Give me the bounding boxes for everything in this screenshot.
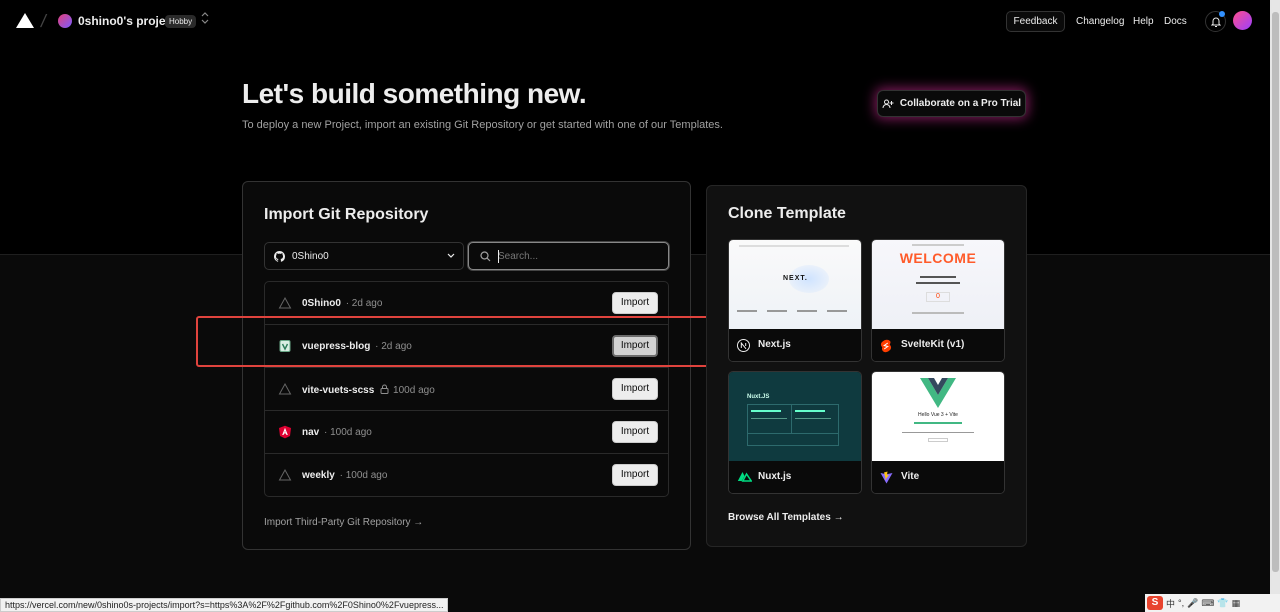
template-preview-text: NEXT. bbox=[783, 275, 808, 282]
import-button[interactable]: Import bbox=[612, 464, 658, 486]
github-icon bbox=[274, 251, 285, 262]
template-footer: Next.js bbox=[729, 329, 861, 361]
breadcrumb-separator: / bbox=[39, 11, 48, 31]
template-name: SvelteKit (v1) bbox=[901, 339, 965, 350]
scrollbar-thumb[interactable] bbox=[1272, 12, 1279, 572]
template-preview-text: Hello Vue 3 + Vite bbox=[918, 412, 958, 418]
template-footer: Vite bbox=[872, 461, 1004, 493]
import-button[interactable]: Import bbox=[612, 378, 658, 400]
apps-grid-icon[interactable]: ▦ bbox=[1232, 598, 1241, 609]
template-card-vite[interactable]: Hello Vue 3 + Vite Vite bbox=[871, 371, 1005, 494]
git-owner-name: 0Shino0 bbox=[292, 251, 329, 262]
vercel-triangle-icon bbox=[278, 382, 292, 395]
browse-all-templates-link[interactable]: Browse All Templates → bbox=[728, 512, 844, 523]
import-card-title: Import Git Repository bbox=[264, 206, 429, 223]
template-name: Vite bbox=[901, 471, 920, 482]
repository-list: 0Shino0 · 2d ago Import vuepress-blog · … bbox=[264, 281, 669, 497]
template-card-nuxtjs[interactable]: Nuxt.JS Nuxt.js bbox=[728, 371, 862, 494]
template-preview-text: Nuxt.JS bbox=[747, 394, 770, 400]
template-footer: Nuxt.js bbox=[729, 461, 861, 493]
chevron-down-icon bbox=[447, 253, 455, 258]
search-icon bbox=[480, 251, 491, 262]
keyboard-icon[interactable]: ⌨ bbox=[1201, 598, 1214, 609]
search-input[interactable] bbox=[498, 248, 658, 264]
repository-row: nav · 100d ago Import bbox=[265, 411, 668, 454]
repository-name: 0Shino0 · 2d ago bbox=[302, 298, 383, 309]
template-preview: WELCOME 0 bbox=[872, 240, 1004, 329]
notifications-button[interactable] bbox=[1205, 11, 1226, 32]
plan-badge: Hobby bbox=[165, 15, 197, 28]
feedback-button[interactable]: Feedback bbox=[1006, 11, 1065, 32]
system-tray: S 中 °, 🎤 ⌨ 👕 ▦ bbox=[1145, 594, 1280, 612]
repository-updated: · 100d ago bbox=[324, 427, 372, 438]
nextjs-icon bbox=[737, 339, 750, 352]
help-link[interactable]: Help bbox=[1133, 16, 1154, 27]
add-user-icon bbox=[882, 99, 894, 108]
docs-link[interactable]: Docs bbox=[1164, 16, 1187, 27]
vercel-triangle-icon bbox=[278, 296, 292, 309]
template-preview: Hello Vue 3 + Vite bbox=[872, 372, 1004, 461]
template-card-nextjs[interactable]: NEXT. Next.js bbox=[728, 239, 862, 362]
repository-name: vite-vuets-scss 100d ago bbox=[302, 384, 435, 396]
repository-row: vite-vuets-scss 100d ago Import bbox=[265, 368, 668, 411]
bell-icon bbox=[1211, 17, 1221, 27]
repository-row: weekly · 100d ago Import bbox=[265, 454, 668, 497]
changelog-link[interactable]: Changelog bbox=[1076, 16, 1124, 27]
punctuation-icon[interactable]: °, bbox=[1178, 598, 1184, 608]
import-button[interactable]: Import bbox=[612, 421, 658, 443]
page-title: Let's build something new. bbox=[242, 78, 587, 109]
template-name: Nuxt.js bbox=[758, 471, 792, 482]
repository-search[interactable] bbox=[468, 242, 669, 270]
repository-name: weekly · 100d ago bbox=[302, 470, 388, 481]
pro-trial-button[interactable]: Collaborate on a Pro Trial bbox=[877, 90, 1026, 117]
notification-dot bbox=[1219, 11, 1225, 17]
template-footer: SvelteKit (v1) bbox=[872, 329, 1004, 361]
template-preview-text: WELCOME bbox=[899, 250, 977, 266]
language-indicator-icon[interactable]: 中 bbox=[1166, 597, 1175, 610]
microphone-icon[interactable]: 🎤 bbox=[1187, 598, 1198, 609]
skin-icon[interactable]: 👕 bbox=[1217, 598, 1228, 609]
user-avatar[interactable] bbox=[1233, 11, 1252, 30]
status-bar-url: https://vercel.com/new/0shino0s-projects… bbox=[0, 598, 449, 612]
vercel-logo-icon[interactable] bbox=[16, 13, 34, 28]
vercel-triangle-icon bbox=[278, 468, 292, 481]
import-third-party-link[interactable]: Import Third-Party Git Repository → bbox=[264, 517, 423, 528]
team-switcher-icon[interactable] bbox=[200, 12, 210, 25]
nuxt-icon bbox=[737, 472, 752, 482]
top-navigation: / 0shino0's projects Hobby Feedback Chan… bbox=[0, 0, 1280, 42]
highlight-annotation bbox=[196, 316, 710, 367]
pro-trial-label: Collaborate on a Pro Trial bbox=[899, 98, 1022, 109]
text-cursor bbox=[498, 250, 499, 263]
input-method-logo-icon[interactable]: S bbox=[1147, 596, 1163, 610]
template-card-sveltekit[interactable]: WELCOME 0 SvelteKit (v1) bbox=[871, 239, 1005, 362]
page-subtitle: To deploy a new Project, import an exist… bbox=[242, 119, 723, 131]
repository-updated: 100d ago bbox=[393, 385, 435, 396]
svelte-icon bbox=[880, 339, 892, 353]
template-preview: NEXT. bbox=[729, 240, 861, 329]
angular-icon bbox=[279, 425, 291, 439]
repository-updated: · 100d ago bbox=[339, 470, 388, 481]
template-preview: Nuxt.JS bbox=[729, 372, 861, 461]
clone-card-title: Clone Template bbox=[728, 205, 846, 222]
git-owner-select[interactable]: 0Shino0 bbox=[264, 242, 464, 270]
vite-icon bbox=[880, 471, 893, 484]
repository-updated: · 2d ago bbox=[345, 298, 383, 309]
import-button[interactable]: Import bbox=[612, 292, 658, 314]
team-avatar[interactable] bbox=[58, 14, 72, 28]
template-name: Next.js bbox=[758, 339, 791, 350]
repository-name: nav · 100d ago bbox=[302, 427, 372, 438]
lock-icon bbox=[380, 384, 389, 394]
